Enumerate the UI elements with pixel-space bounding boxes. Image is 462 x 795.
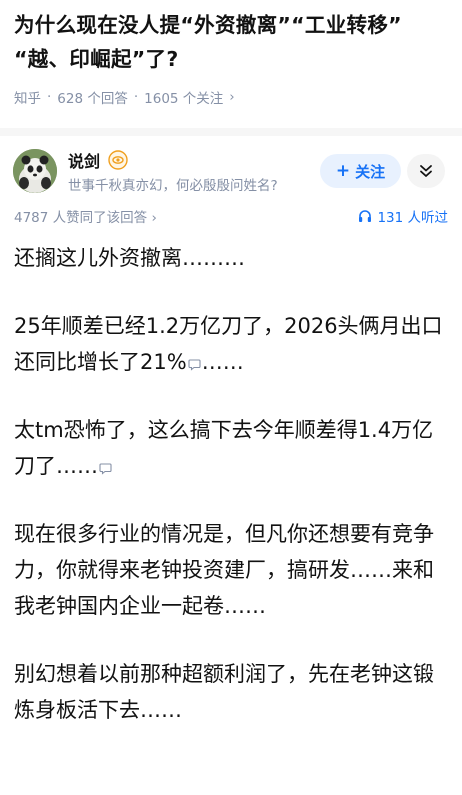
question-title-line1: 为什么现在没人提“外资撤离”“工业转移” bbox=[14, 13, 402, 37]
chevron-right-icon: › bbox=[151, 210, 157, 226]
listener-count: 131 人听过 bbox=[377, 210, 448, 226]
upvote-summary[interactable]: 4787 人赞同了该回答 › bbox=[14, 206, 157, 226]
author-bio: 世事千秋真亦幻，何必殷殷问姓名? bbox=[68, 178, 278, 194]
plus-icon: + bbox=[335, 161, 351, 181]
comment-bubble-icon[interactable] bbox=[188, 358, 201, 371]
meta-separator: · bbox=[133, 89, 139, 105]
question-title-line2: “越、印崛起”了? bbox=[14, 47, 179, 71]
meta-separator: · bbox=[47, 89, 52, 105]
answer-paragraph: 太tm恐怖了，这么搞下去今年顺差得1.4万亿刀了…… bbox=[14, 412, 454, 484]
answer-stats: 4787 人赞同了该回答 › 131 人听过 bbox=[14, 206, 448, 226]
chevron-double-down-icon bbox=[420, 165, 432, 177]
comment-bubble-icon[interactable] bbox=[99, 462, 112, 475]
headphones-icon bbox=[359, 210, 372, 222]
author-name: 说剑 bbox=[68, 152, 101, 171]
follow-label: 关注 bbox=[355, 162, 386, 181]
upvote-count: 4787 人赞同了该回答 bbox=[14, 210, 148, 226]
chevron-right-icon: › bbox=[229, 89, 235, 105]
answer-paragraph: 还搁这儿外资撤离……… bbox=[14, 246, 245, 270]
answer-paragraph: 现在很多行业的情况是，但凡你还想要有竞争力，你就得来老钟投资建厂，搞研发……来和… bbox=[14, 522, 434, 618]
listen-button[interactable]: 131 人听过 bbox=[358, 206, 448, 226]
section-divider bbox=[0, 128, 462, 136]
follower-count: 1605 个关注 bbox=[144, 91, 224, 107]
follow-button[interactable]: + 关注 bbox=[320, 154, 401, 188]
creator-badge-icon bbox=[108, 150, 128, 170]
answer-text: …… bbox=[201, 350, 244, 374]
avatar[interactable] bbox=[13, 149, 57, 193]
more-options-button[interactable] bbox=[407, 154, 445, 188]
author-row[interactable]: 说剑 bbox=[68, 148, 128, 172]
source-label: 知乎 bbox=[14, 91, 41, 107]
question-title[interactable]: 为什么现在没人提“外资撤离”“工业转移” “越、印崛起”了? bbox=[14, 8, 454, 76]
answer-paragraph: 25年顺差已经1.2万亿刀了，2026头俩月出口还同比增长了21%…… bbox=[14, 308, 454, 380]
answer-count: 628 个回答 bbox=[57, 91, 128, 107]
question-meta[interactable]: 知乎 · 628 个回答 · 1605 个关注 › bbox=[14, 86, 235, 108]
answer-content: 还搁这儿外资撤离……… 25年顺差已经1.2万亿刀了，2026头俩月出口还同比增… bbox=[14, 240, 454, 728]
answer-paragraph: 别幻想着以前那种超额利润了，先在老钟这锻炼身板活下去…… bbox=[14, 662, 434, 722]
answer-text: 太tm恐怖了，这么搞下去今年顺差得1.4万亿刀了…… bbox=[14, 418, 434, 478]
